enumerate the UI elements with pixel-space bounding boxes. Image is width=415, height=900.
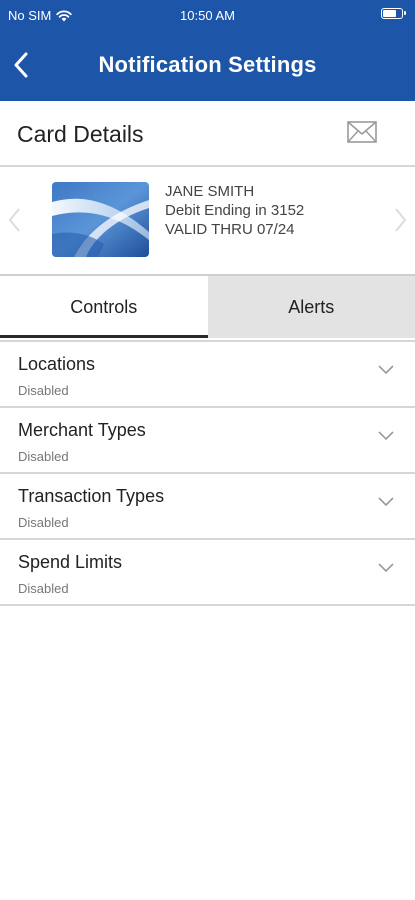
- envelope-icon: [347, 121, 377, 143]
- control-status: Disabled: [18, 383, 69, 398]
- status-bar: No SIM 10:50 AM: [0, 0, 415, 30]
- tab-bar: Controls Alerts: [0, 274, 415, 338]
- control-name: Transaction Types: [18, 486, 165, 506]
- next-card-button[interactable]: [391, 206, 409, 234]
- page-title: Notification Settings: [98, 52, 317, 77]
- chevron-down-icon: [378, 431, 394, 441]
- control-status: Disabled: [18, 449, 69, 464]
- status-time: 10:50 AM: [180, 8, 235, 23]
- chevron-down-icon: [378, 497, 394, 507]
- chevron-left-icon: [8, 208, 20, 232]
- control-row-merchant-types[interactable]: Merchant Types Disabled: [0, 408, 415, 474]
- chevron-down-icon: [378, 563, 394, 573]
- controls-list: Locations Disabled Merchant Types Disabl…: [0, 340, 415, 606]
- battery-icon: [381, 8, 406, 19]
- card-image: [52, 182, 149, 257]
- control-name: Spend Limits: [18, 552, 123, 572]
- chevron-down-icon: [378, 365, 394, 375]
- control-row-spend-limits[interactable]: Spend Limits Disabled: [0, 540, 415, 606]
- mail-button[interactable]: [347, 121, 377, 143]
- control-name: Merchant Types: [18, 420, 146, 440]
- navigation-bar: Notification Settings: [0, 30, 415, 101]
- card-valid-thru: VALID THRU 07/24: [165, 221, 295, 238]
- card-details-header: Card Details: [0, 101, 415, 167]
- control-status: Disabled: [18, 515, 69, 530]
- tab-alerts[interactable]: Alerts: [207, 276, 415, 338]
- control-row-transaction-types[interactable]: Transaction Types Disabled: [0, 474, 415, 540]
- previous-card-button[interactable]: [6, 206, 24, 234]
- card-carousel: JANE SMITH Debit Ending in 3152 VALID TH…: [0, 168, 415, 274]
- control-row-locations[interactable]: Locations Disabled: [0, 342, 415, 408]
- control-name: Locations: [18, 354, 96, 374]
- chevron-right-icon: [395, 208, 407, 232]
- card-ending: Debit Ending in 3152: [165, 202, 305, 219]
- control-status: Disabled: [18, 581, 69, 596]
- tab-controls[interactable]: Controls: [0, 276, 208, 338]
- card-details-label: Card Details: [17, 121, 144, 147]
- card-info: JANE SMITH Debit Ending in 3152 VALID TH…: [165, 182, 304, 239]
- card-holder-name: JANE SMITH: [165, 183, 255, 200]
